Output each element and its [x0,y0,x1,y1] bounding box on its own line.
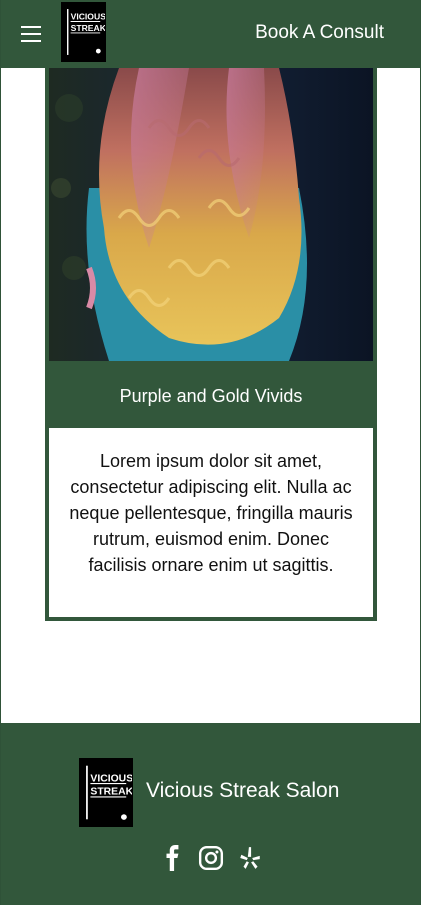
card-title: Purple and Gold Vivids [119,386,303,406]
yelp-icon[interactable] [237,845,263,871]
facebook-icon[interactable] [160,845,186,871]
salon-name: Vicious Streak Salon [146,779,340,802]
header-logo[interactable]: VICIOUS STREAK [61,2,106,62]
site-header: VICIOUS STREAK Book A Consult [1,0,420,68]
card-description: Lorem ipsum dolor sit amet, consectetur … [49,428,373,617]
hair-photo [49,68,373,361]
svg-text:VICIOUS: VICIOUS [90,773,132,784]
site-footer [1,723,420,905]
footer-logo[interactable]: VICIOUS STREAK [79,758,133,827]
hamburger-icon[interactable] [21,24,43,44]
instagram-icon[interactable] [198,845,224,871]
svg-text:VICIOUS: VICIOUS [71,12,105,22]
svg-text:STREAK: STREAK [71,23,105,33]
svg-text:STREAK: STREAK [90,787,132,798]
book-consult-link[interactable]: Book A Consult [255,22,384,44]
gallery-card: Purple and Gold Vivids Lorem ipsum dolor… [45,68,377,621]
